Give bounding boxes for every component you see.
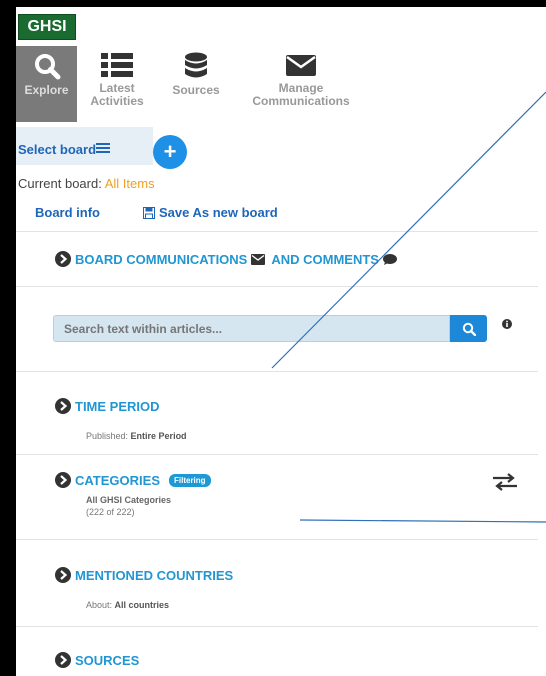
section-sources-header[interactable]: SOURCES: [55, 652, 139, 668]
database-icon: [185, 52, 207, 78]
categories-summary: All GHSI Categories: [86, 495, 172, 505]
select-board-button[interactable]: Select board: [18, 142, 96, 157]
countries-summary: About: All countries: [86, 600, 169, 611]
search-button[interactable]: [450, 315, 487, 342]
divider: [16, 286, 538, 287]
filtering-badge: Filtering: [169, 473, 211, 487]
nav-latest-label: Latest Activities: [90, 81, 144, 108]
envelope-icon: [251, 253, 266, 265]
window-border-left: [0, 0, 16, 676]
nav-explore-label: Explore: [24, 83, 69, 97]
info-icon[interactable]: [502, 319, 512, 329]
app-logo[interactable]: GHSI: [18, 14, 76, 40]
time-period-label: Published:: [86, 431, 129, 441]
list-icon: [101, 53, 133, 77]
communications-title-b: AND COMMENTS: [271, 251, 379, 267]
countries-label: About:: [86, 600, 113, 610]
nav-manage-communications[interactable]: Manage Communications: [231, 46, 371, 122]
save-icon: [143, 207, 155, 219]
nav-sources-label: Sources: [172, 83, 220, 97]
divider: [16, 539, 538, 540]
search-icon: [462, 322, 476, 336]
save-board-label: Save As new board: [159, 205, 278, 220]
time-period-title: TIME PERIOD: [75, 398, 160, 414]
section-categories-header[interactable]: CATEGORIES Filtering: [55, 472, 211, 488]
menu-icon[interactable]: [96, 141, 110, 155]
plus-icon: +: [163, 139, 177, 164]
sources-title: SOURCES: [75, 652, 140, 668]
countries-value: All countries: [114, 600, 170, 610]
section-communications-header[interactable]: BOARD COMMUNICATIONS AND COMMENTS: [55, 251, 397, 267]
chevron-right-icon: [55, 472, 71, 488]
current-board: Current board: All Items: [18, 176, 155, 191]
current-board-value: All Items: [104, 176, 155, 191]
mentioned-countries-title: MENTIONED COUNTRIES: [75, 567, 234, 583]
chevron-right-icon: [55, 398, 71, 414]
chevron-right-icon: [55, 652, 71, 668]
annotation-line: [299, 519, 546, 523]
nav-latest-activities[interactable]: Latest Activities: [82, 46, 152, 122]
communications-title-a: BOARD COMMUNICATIONS: [75, 251, 248, 267]
categories-title: CATEGORIES: [75, 472, 160, 488]
chevron-right-icon: [55, 251, 71, 267]
current-board-label: Current board:: [18, 176, 102, 191]
section-time-period-header[interactable]: TIME PERIOD: [55, 398, 160, 414]
search-icon: [34, 54, 60, 80]
nav-explore[interactable]: Explore: [16, 46, 77, 122]
categories-count: (222 of 222): [86, 507, 135, 517]
divider: [16, 231, 538, 232]
nav-sources[interactable]: Sources: [166, 46, 226, 122]
search-input[interactable]: [53, 315, 450, 342]
swap-icon[interactable]: [493, 473, 517, 491]
chevron-right-icon: [55, 567, 71, 583]
section-mentioned-countries-header[interactable]: MENTIONED COUNTRIES: [55, 567, 233, 583]
save-as-new-board-button[interactable]: Save As new board: [143, 205, 278, 220]
envelope-icon: [286, 55, 316, 76]
board-info-link[interactable]: Board info: [35, 205, 100, 220]
divider: [16, 454, 538, 455]
time-period-value: Entire Period: [130, 431, 187, 441]
divider: [16, 371, 538, 372]
comment-icon: [382, 253, 397, 265]
time-period-summary: Published: Entire Period: [86, 431, 187, 442]
window-border-top: [0, 0, 546, 7]
divider: [16, 626, 538, 627]
add-board-button[interactable]: +: [153, 135, 187, 169]
nav-manage-label: Manage Communications: [252, 81, 350, 108]
